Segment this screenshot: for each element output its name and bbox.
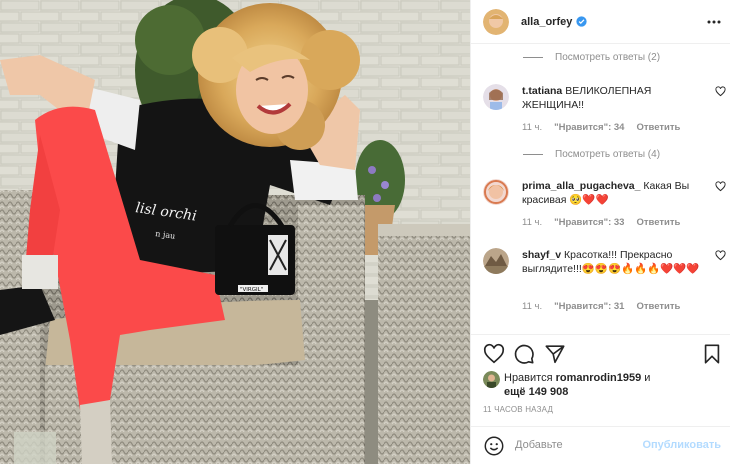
comment-time[interactable]: 11 ч. [522,301,542,312]
svg-text:"VIRGIL": "VIRGIL" [240,287,263,293]
commenter-avatar[interactable] [483,179,509,205]
comment-like-heart-icon[interactable] [715,250,726,261]
reply-button[interactable]: Ответить [636,217,680,228]
add-comment-bar: Добавьте Опубликовать [471,426,730,464]
likes-others[interactable]: ещё 149 908 [504,386,568,398]
likes-and: и [644,372,651,384]
post-header: alla_orfey [471,0,730,44]
liker-avatar[interactable] [483,371,500,388]
comment-username[interactable]: t.tatiana [522,85,562,97]
instagram-post: lisl orchi n jau "VIRGIL" alla_orfey Пос… [0,0,730,464]
likes-prefix: Нравится [504,372,553,384]
author-avatar[interactable] [483,8,509,35]
comment-username[interactable]: prima_alla_pugacheva_ [522,180,640,192]
comment-item: prima_alla_pugacheva_ Какая Вы красивая … [483,179,728,239]
smiley-icon[interactable] [483,435,505,457]
comment-like-heart-icon[interactable] [715,181,726,192]
reply-button[interactable]: Ответить [636,301,680,312]
post-side-panel: alla_orfey Посмотреть ответы (2) t.tatia… [470,0,730,464]
action-icons [483,343,723,367]
comments-list[interactable]: Посмотреть ответы (2) t.tatiana ВЕЛИКОЛЕ… [471,44,730,334]
verified-badge-icon [576,16,588,27]
comment-body: shayf_v Красотка!!! Прекрасно выглядите!… [522,248,706,276]
publish-button[interactable]: Опубликовать [642,439,721,451]
more-icon[interactable] [707,15,721,29]
comment-time[interactable]: 11 ч. [522,217,542,228]
post-timestamp[interactable]: 11 ЧАСОВ НАЗАД [483,405,553,414]
comment-item: shayf_v Красотка!!! Прекрасно выглядите!… [483,248,728,326]
comment-body: prima_alla_pugacheva_ Какая Вы красивая … [522,179,706,207]
bookmark-icon[interactable] [701,343,723,365]
commenter-avatar[interactable] [483,84,509,110]
commenter-avatar[interactable] [483,248,509,274]
view-replies-button[interactable]: Посмотреть ответы (2) [523,52,660,63]
post-actions: Нравится romanrodin1959 и ещё 149 908 11… [471,334,730,464]
comment-time[interactable]: 11 ч. [522,122,542,133]
replies-divider-line [523,57,543,58]
comment-likes[interactable]: "Нравится": 33 [554,217,624,228]
comment-like-heart-icon[interactable] [715,86,726,97]
comment-body: t.tatiana ВЕЛИКОЛЕПНАЯ ЖЕНЩИНА!! [522,84,706,112]
author-username[interactable]: alla_orfey [521,16,572,28]
comment-meta: 11 ч. "Нравится": 31 Ответить [522,301,692,312]
comment-meta: 11 ч. "Нравится": 33 Ответить [522,217,692,228]
reply-button[interactable]: Ответить [636,122,680,133]
comment-likes[interactable]: "Нравится": 34 [554,122,624,133]
view-replies-button[interactable]: Посмотреть ответы (4) [523,149,660,160]
view-replies-label: Посмотреть ответы (4) [555,149,661,160]
post-photo-illustration: lisl orchi n jau "VIRGIL" [0,0,470,464]
comment-item: t.tatiana ВЕЛИКОЛЕПНАЯ ЖЕНЩИНА!! 11 ч. "… [483,84,728,144]
comment-icon[interactable] [513,343,535,365]
likes-text: Нравится romanrodin1959 и ещё 149 908 [504,371,650,399]
heart-icon[interactable] [483,343,505,365]
likes-summary[interactable]: Нравится romanrodin1959 и ещё 149 908 [483,371,719,399]
view-replies-label: Посмотреть ответы (2) [555,52,661,63]
comment-likes[interactable]: "Нравится": 31 [554,301,624,312]
comment-username[interactable]: shayf_v [522,249,561,261]
paper-plane-icon[interactable] [544,343,566,365]
likes-user[interactable]: romanrodin1959 [556,372,642,384]
post-photo[interactable]: lisl orchi n jau "VIRGIL" [0,0,470,464]
comment-meta: 11 ч. "Нравится": 34 Ответить [522,122,692,133]
replies-divider-line [523,154,543,155]
comment-input[interactable]: Добавьте [515,439,563,451]
